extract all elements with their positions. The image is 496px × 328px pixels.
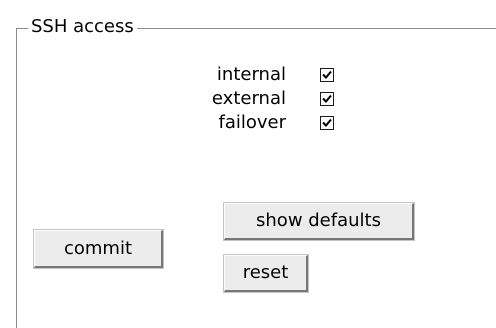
external-checkbox[interactable] [320, 92, 334, 106]
checkmark-icon [322, 70, 332, 79]
commit-button[interactable]: commit [33, 229, 164, 269]
reset-button[interactable]: reset [223, 254, 309, 293]
internal-checkbox[interactable] [320, 68, 334, 82]
failover-checkbox[interactable] [320, 116, 334, 130]
ssh-access-legend: SSH access [28, 14, 137, 40]
option-label-failover: failover [218, 112, 286, 133]
show-defaults-button[interactable]: show defaults [223, 202, 415, 241]
checkmark-icon [322, 118, 332, 127]
option-label-internal: internal [216, 64, 286, 85]
checkmark-icon [322, 94, 332, 103]
option-label-external: external [211, 88, 286, 109]
